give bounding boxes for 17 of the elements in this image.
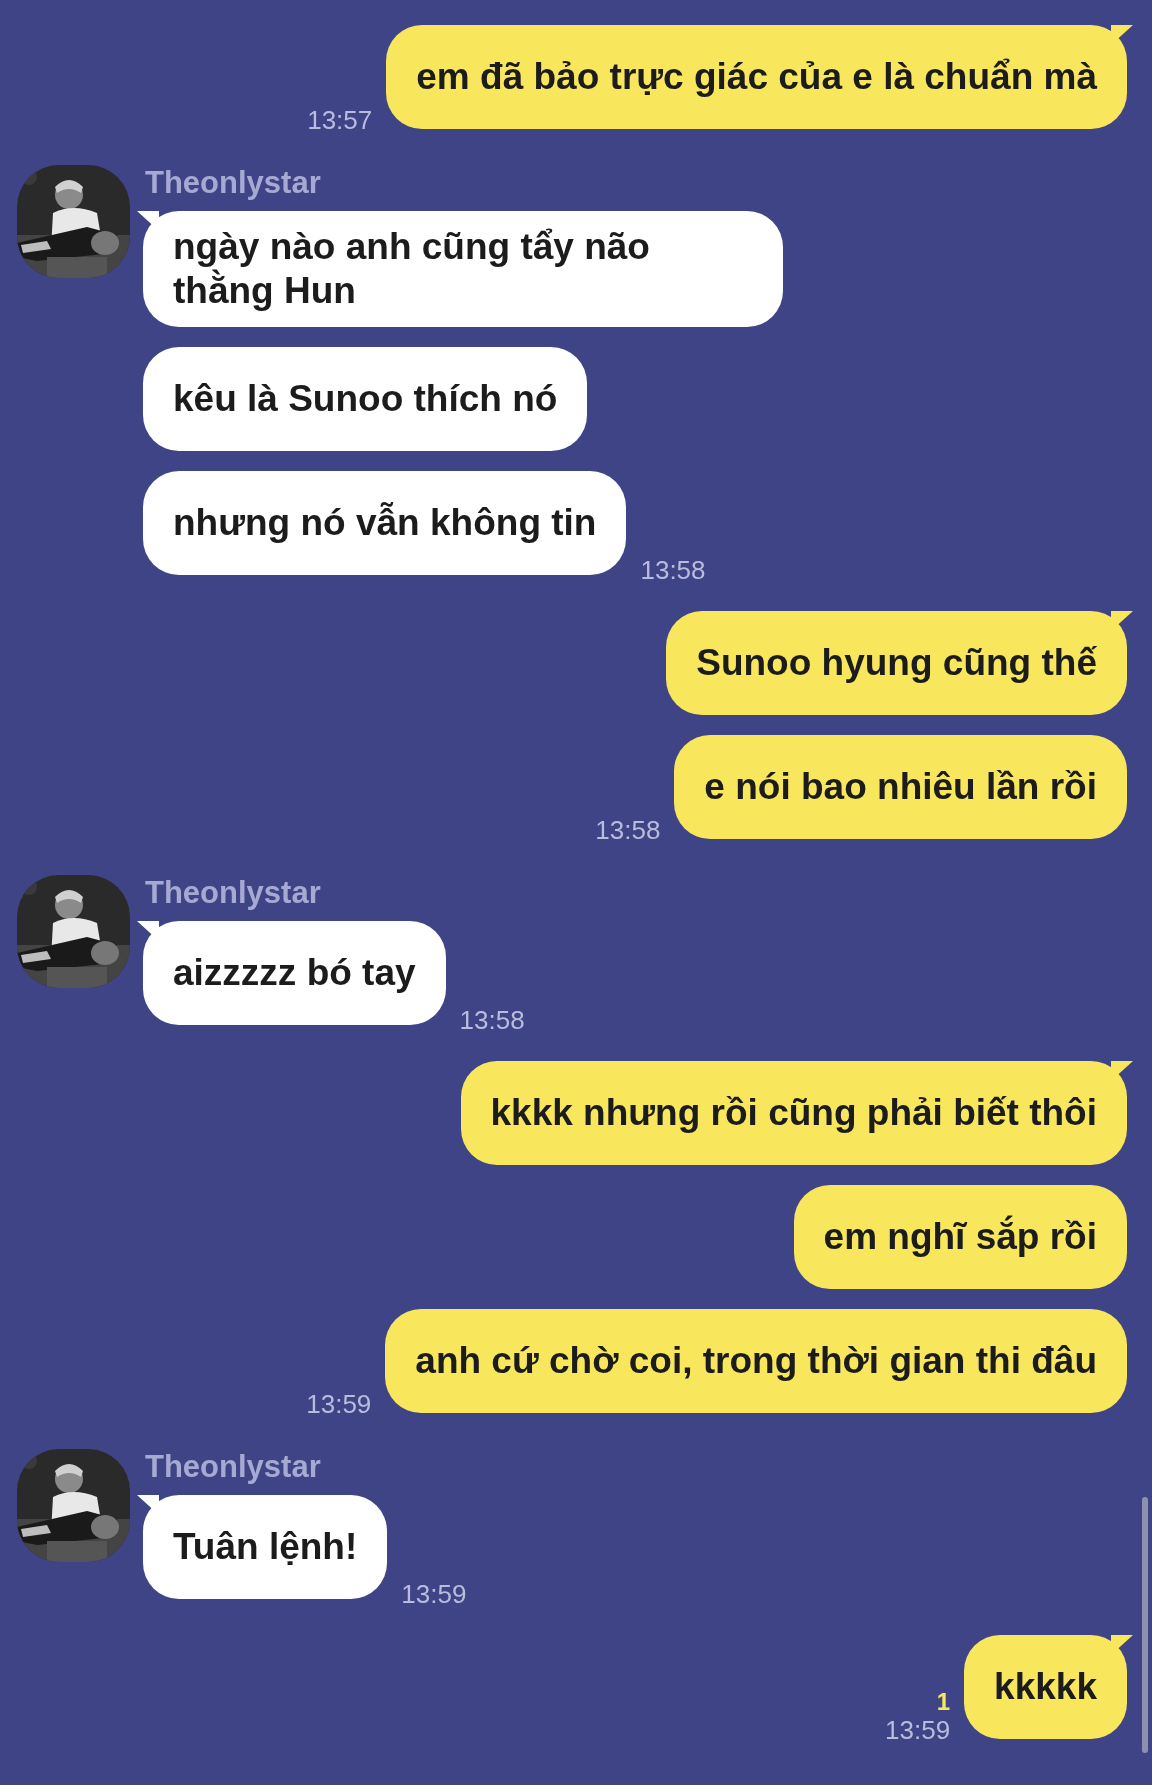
message-time: 13:59 (401, 1579, 467, 1609)
sender-name: Theonlystar (145, 165, 322, 201)
message-bubble: kêu là Sunoo thích nó (143, 347, 588, 451)
sender-name: Theonlystar (145, 875, 322, 911)
unread-count: 1 (936, 1689, 951, 1715)
message-bubble: em nghĩ sắp rồi (793, 1185, 1127, 1289)
sender-name: Theonlystar (145, 1449, 322, 1485)
message-time: 13:59 (306, 1389, 372, 1419)
message-bubble: e nói bao nhiêu lần rồi (674, 735, 1127, 839)
scrollbar[interactable] (1142, 1497, 1148, 1753)
message-time: 13:58 (640, 555, 706, 585)
message-bubble: anh cứ chờ coi, trong thời gian thi đâu (385, 1309, 1127, 1413)
message-time: 13:58 (595, 815, 661, 845)
message-time: 13:59 (885, 1715, 951, 1745)
message-bubble: nhưng nó vẫn không tin (143, 471, 627, 575)
message-time: 13:58 (459, 1005, 525, 1035)
message-time: 13:57 (307, 105, 373, 135)
